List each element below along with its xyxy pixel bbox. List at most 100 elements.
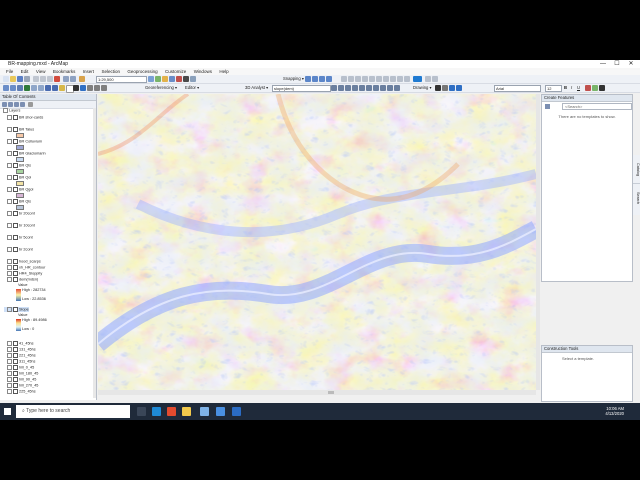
chrome-icon[interactable] xyxy=(167,407,176,416)
hyperlink-icon[interactable] xyxy=(101,85,107,91)
fixed-zoom-out-icon[interactable] xyxy=(38,85,44,91)
taskbar-search[interactable]: ⌕ Type here to search xyxy=(16,405,130,418)
layer-row[interactable]: Layers xyxy=(0,108,20,113)
open-icon[interactable] xyxy=(10,76,16,82)
3d-tool-2-icon[interactable] xyxy=(338,85,344,91)
menu-file[interactable]: File xyxy=(6,68,13,75)
georef-tool-5-icon[interactable] xyxy=(369,76,375,82)
end-snap-icon[interactable] xyxy=(312,76,318,82)
3d-tool-8-icon[interactable] xyxy=(380,85,386,91)
fill-color-icon[interactable] xyxy=(592,85,598,91)
layer-row[interactable]: BR Qls xyxy=(4,199,31,204)
map-horizontal-scrollbar[interactable] xyxy=(98,390,536,395)
fixed-zoom-in-icon[interactable] xyxy=(31,85,37,91)
print-icon[interactable] xyxy=(24,76,30,82)
layer-effects-2-icon[interactable] xyxy=(432,76,438,82)
editor-toolbar-icon[interactable] xyxy=(148,76,154,82)
3d-tool-3-icon[interactable] xyxy=(345,85,351,91)
table-of-contents-icon[interactable] xyxy=(155,76,161,82)
draw-select-icon[interactable] xyxy=(435,85,441,91)
bold-button[interactable]: B xyxy=(564,85,567,91)
menu-edit[interactable]: Edit xyxy=(21,68,29,75)
layer-row[interactable]: br 5cont xyxy=(4,235,33,240)
layer-row-selected[interactable]: Slope xyxy=(4,307,29,312)
list-by-source-icon[interactable] xyxy=(8,102,13,107)
vertex-snap-icon[interactable] xyxy=(319,76,325,82)
rectangle-icon[interactable] xyxy=(449,85,455,91)
layer-row[interactable]: 225_45hs xyxy=(4,389,36,394)
italic-button[interactable]: I xyxy=(571,85,572,91)
layer-row[interactable]: br 2cont xyxy=(4,247,33,252)
toc-options-icon[interactable] xyxy=(28,102,33,107)
app-taskbar-icon[interactable] xyxy=(216,407,225,416)
3d-tool-9-icon[interactable] xyxy=(387,85,393,91)
layer-row[interactable]: hill_180_45 xyxy=(4,371,38,376)
georef-tool-3-icon[interactable] xyxy=(355,76,361,82)
layer-row[interactable]: 221_45hs xyxy=(4,353,36,358)
task-view-icon[interactable] xyxy=(137,407,146,416)
map-vertical-scrollbar[interactable] xyxy=(536,94,540,390)
select-features-icon[interactable] xyxy=(59,85,65,91)
underline-button[interactable]: U xyxy=(577,85,580,91)
map-view[interactable] xyxy=(98,94,536,390)
select-elements-icon[interactable] xyxy=(73,85,79,91)
file-explorer-icon[interactable] xyxy=(182,407,191,416)
drawing-menu[interactable]: Drawing ▾ xyxy=(413,85,432,91)
paste-icon[interactable] xyxy=(47,76,53,82)
list-by-selection-icon[interactable] xyxy=(20,102,25,107)
arcmap-taskbar-icon[interactable] xyxy=(200,407,209,416)
close-button[interactable]: ✕ xyxy=(624,60,638,68)
georef-tool-icon[interactable] xyxy=(341,76,347,82)
layer-row[interactable]: BR Qls xyxy=(4,163,31,168)
layer-row[interactable]: br 10cont xyxy=(4,223,35,228)
rotate-icon[interactable] xyxy=(442,85,448,91)
layer-row[interactable]: BR Glaciomarin xyxy=(4,151,46,156)
editor-menu[interactable]: Editor ▾ xyxy=(185,85,199,91)
layer-row[interactable]: 311_45hs xyxy=(4,359,35,364)
text-icon[interactable] xyxy=(456,85,462,91)
layer-row[interactable]: dem(mdsn) xyxy=(4,277,38,282)
font-size-combo[interactable]: 12 xyxy=(545,85,562,92)
menu-windows[interactable]: Windows xyxy=(194,68,212,75)
snapping-menu[interactable]: Snapping ▾ xyxy=(283,76,304,82)
search-window-icon[interactable] xyxy=(169,76,175,82)
full-extent-icon[interactable] xyxy=(24,85,30,91)
font-color-icon[interactable] xyxy=(585,85,591,91)
layer-row[interactable]: BR Qgol xyxy=(4,187,33,192)
edge-snap-icon[interactable] xyxy=(326,76,332,82)
georef-tool-4-icon[interactable] xyxy=(362,76,368,82)
menu-help[interactable]: Help xyxy=(219,68,228,75)
undo-icon[interactable] xyxy=(63,76,69,82)
mail-icon[interactable] xyxy=(232,407,241,416)
find-icon[interactable] xyxy=(87,85,93,91)
layer-row[interactable]: hill_90_45 xyxy=(4,377,36,382)
layer-row[interactable]: xh_HR_contour xyxy=(4,265,45,270)
new-icon[interactable] xyxy=(3,76,9,82)
georef-tool-2-icon[interactable] xyxy=(348,76,354,82)
back-extent-icon[interactable] xyxy=(45,85,51,91)
windows-start-icon[interactable] xyxy=(4,408,11,415)
georef-tool-10-icon[interactable] xyxy=(404,76,410,82)
zoom-out-icon[interactable] xyxy=(10,85,16,91)
point-snap-icon[interactable] xyxy=(305,76,311,82)
layer-row[interactable]: BR Colluvium xyxy=(4,139,42,144)
3d-tool-5-icon[interactable] xyxy=(359,85,365,91)
organize-templates-icon[interactable] xyxy=(545,104,550,109)
forward-extent-icon[interactable] xyxy=(52,85,58,91)
template-search-input[interactable]: <Search> xyxy=(562,103,632,110)
copy-icon[interactable] xyxy=(40,76,46,82)
georef-tool-9-icon[interactable] xyxy=(397,76,403,82)
layer-row[interactable]: hill_0_45 xyxy=(4,365,34,370)
modelbuilder-icon[interactable] xyxy=(190,76,196,82)
redo-icon[interactable] xyxy=(70,76,76,82)
save-icon[interactable] xyxy=(17,76,23,82)
zoom-in-icon[interactable] xyxy=(3,85,9,91)
minimize-button[interactable]: — xyxy=(596,60,610,68)
3d-tool-icon[interactable] xyxy=(331,85,337,91)
georef-tool-7-icon[interactable] xyxy=(383,76,389,82)
layer-row[interactable]: BR Talus xyxy=(4,127,34,132)
add-data-icon[interactable] xyxy=(79,76,85,82)
menu-insert[interactable]: Insert xyxy=(83,68,94,75)
layer-row[interactable]: br 20cont xyxy=(4,211,35,216)
scroll-thumb[interactable] xyxy=(328,391,334,394)
